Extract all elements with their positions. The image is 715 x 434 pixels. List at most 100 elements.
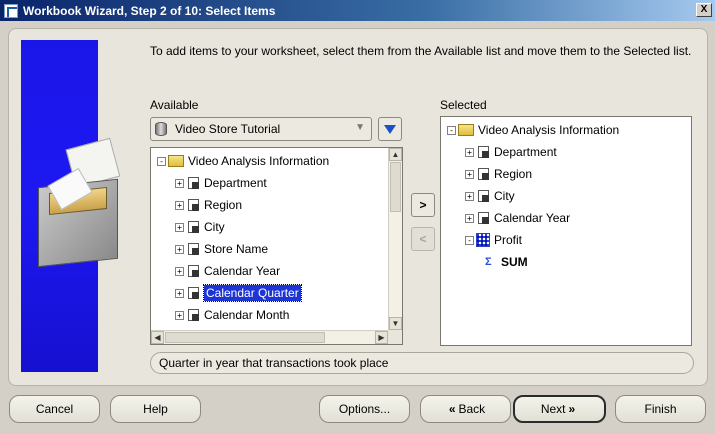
help-button[interactable]: Help: [110, 395, 201, 423]
dimension-item-icon: [186, 308, 200, 322]
dimension-item-icon: [476, 167, 490, 181]
collapse-icon[interactable]: -: [465, 235, 474, 245]
help-label: Help: [143, 402, 168, 416]
dimension-item-icon: [476, 211, 490, 225]
expand-icon[interactable]: +: [465, 213, 474, 223]
tree-item-label: Store Name: [204, 242, 269, 256]
dimension-item-icon: [186, 286, 200, 300]
tree-item[interactable]: - Video Analysis Information: [157, 150, 329, 172]
available-tree[interactable]: - Video Analysis Information + Departmen…: [150, 147, 403, 345]
tree-item-label: Video Analysis Information: [478, 123, 620, 137]
back-arrow-icon: «: [448, 402, 456, 416]
folder-icon: [458, 124, 474, 136]
back-button[interactable]: « Back: [420, 395, 511, 423]
tree-item-label: Department: [494, 145, 557, 159]
expand-icon[interactable]: +: [175, 178, 184, 188]
tree-item[interactable]: Σ SUM: [485, 251, 528, 273]
tree-item[interactable]: + Department: [465, 141, 557, 163]
available-label: Available: [150, 98, 199, 112]
scroll-thumb[interactable]: [165, 332, 325, 343]
chevron-down-icon: ▼: [355, 122, 365, 133]
business-area-value: Video Store Tutorial: [175, 122, 281, 136]
dimension-item-icon: [186, 264, 200, 278]
scroll-right-button[interactable]: ▶: [375, 331, 388, 344]
cancel-label: Cancel: [35, 402, 74, 416]
tree-item[interactable]: + City: [465, 185, 515, 207]
tree-item-selected[interactable]: + Calendar Quarter: [175, 282, 302, 304]
business-area-select[interactable]: Video Store Tutorial ▼: [150, 117, 372, 141]
scroll-down-button[interactable]: ▼: [389, 317, 402, 330]
next-button[interactable]: Next »: [513, 395, 606, 423]
expand-icon[interactable]: +: [175, 310, 184, 320]
tree-item[interactable]: - Profit: [465, 229, 522, 251]
dimension-item-icon: [186, 242, 200, 256]
tree-item-label: Calendar Year: [204, 264, 281, 278]
tree-item[interactable]: + Calendar Month: [175, 304, 289, 326]
tree-item-label: Calendar Quarter: [203, 284, 302, 302]
tree-item[interactable]: + Region: [465, 163, 532, 185]
tree-item-label: Region: [204, 198, 243, 212]
instructions-text: To add items to your worksheet, select t…: [150, 44, 692, 58]
sum-icon: Σ: [485, 256, 492, 268]
close-window-button[interactable]: X: [696, 3, 712, 17]
tree-item[interactable]: + Department: [175, 172, 267, 194]
funnel-icon: [384, 124, 396, 134]
database-icon: [155, 122, 167, 136]
tree-item-label: Department: [204, 176, 267, 190]
tree-item-label: Calendar Month: [204, 308, 290, 322]
title-bar: Workbook Wizard, Step 2 of 10: Select It…: [0, 0, 715, 21]
expand-icon[interactable]: +: [465, 169, 474, 179]
selected-tree[interactable]: - Video Analysis Information + Departmen…: [440, 116, 692, 346]
scroll-left-button[interactable]: ◀: [151, 331, 164, 344]
cancel-button[interactable]: Cancel: [9, 395, 100, 423]
expand-icon[interactable]: +: [465, 147, 474, 157]
tree-item-label: City: [204, 220, 225, 234]
tree-item[interactable]: + Calendar Year: [175, 260, 280, 282]
next-arrow-icon: »: [568, 402, 576, 416]
add-item-button[interactable]: >: [411, 193, 435, 217]
tree-item-label: Region: [494, 167, 533, 181]
tree-item[interactable]: + Store Name: [175, 238, 268, 260]
tree-item[interactable]: + Region: [175, 194, 242, 216]
expand-icon[interactable]: +: [175, 266, 184, 276]
finish-button[interactable]: Finish: [615, 395, 706, 423]
tree-item-label: Calendar Year: [494, 211, 571, 225]
window-title: Workbook Wizard, Step 2 of 10: Select It…: [23, 3, 276, 18]
next-label: Next: [540, 402, 566, 416]
tree-item[interactable]: - Video Analysis Information: [447, 119, 619, 141]
collapse-icon[interactable]: -: [447, 125, 456, 135]
expand-icon[interactable]: +: [175, 222, 184, 232]
tree-item[interactable]: + City: [175, 216, 225, 238]
back-label: Back: [458, 402, 486, 416]
scroll-up-button[interactable]: ▲: [389, 148, 402, 161]
tree-item-label: City: [494, 189, 515, 203]
dimension-item-icon: [476, 145, 490, 159]
measure-icon: [476, 233, 490, 247]
vertical-scrollbar[interactable]: ▲ ▼: [388, 148, 402, 344]
tree-item[interactable]: + Calendar Year: [465, 207, 570, 229]
options-label: Options...: [338, 402, 391, 416]
tree-item-label: Profit: [494, 233, 523, 247]
tree-item-label: Video Analysis Information: [188, 154, 330, 168]
dimension-item-icon: [186, 220, 200, 234]
tree-item-label: SUM: [501, 255, 528, 269]
horizontal-scrollbar[interactable]: ◀ ▶: [151, 330, 388, 344]
folder-icon: [168, 155, 184, 167]
scroll-corner: [388, 330, 402, 344]
expand-icon[interactable]: +: [175, 288, 184, 298]
scroll-thumb[interactable]: [390, 162, 401, 212]
remove-item-button[interactable]: <: [411, 227, 435, 251]
dimension-item-icon: [476, 189, 490, 203]
dimension-item-icon: [186, 176, 200, 190]
wizard-icon: [4, 3, 18, 18]
finish-label: Finish: [644, 402, 677, 416]
item-description: Quarter in year that transactions took p…: [150, 352, 694, 374]
collapse-icon[interactable]: -: [157, 156, 166, 166]
expand-icon[interactable]: +: [175, 244, 184, 254]
selected-label: Selected: [440, 98, 487, 112]
expand-icon[interactable]: +: [175, 200, 184, 210]
filter-button[interactable]: [378, 117, 402, 141]
options-button[interactable]: Options...: [319, 395, 410, 423]
expand-icon[interactable]: +: [465, 191, 474, 201]
dimension-item-icon: [186, 198, 200, 212]
